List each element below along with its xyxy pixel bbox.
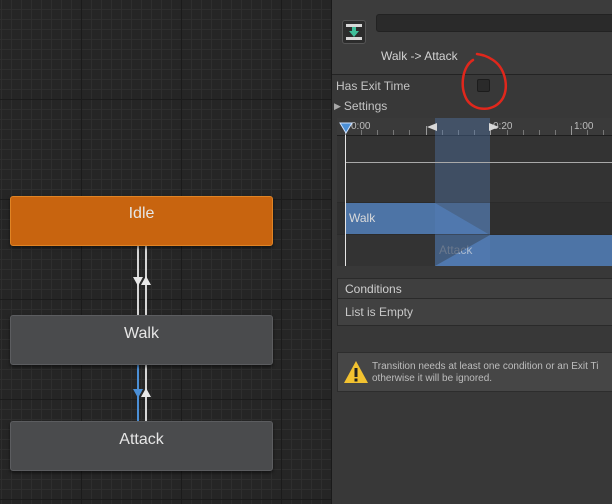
transition-end-marker-icon[interactable] (488, 122, 500, 132)
warning-line: Transition needs at least one condition … (372, 361, 599, 372)
timeline-guide-line (345, 162, 612, 163)
has-exit-time-label: Has Exit Time (336, 79, 411, 93)
timeline-start-marker-icon[interactable] (339, 122, 353, 134)
state-label: Idle (128, 205, 155, 222)
transition-range[interactable] (435, 118, 490, 266)
warning-text: Transition needs at least one condition … (372, 361, 598, 385)
transition-arrow-up-icon[interactable] (141, 276, 151, 285)
state-label: Walk (124, 325, 159, 342)
conditions-header: Conditions (337, 278, 612, 299)
clip-label: Walk (349, 211, 376, 225)
state-label: Attack (119, 431, 164, 448)
settings-label: Settings (343, 99, 388, 113)
state-node-walk[interactable]: Walk (10, 315, 273, 365)
foldout-arrow-icon: ▶ (334, 100, 341, 111)
warning-icon (344, 361, 368, 383)
conditions-list: List is Empty (337, 299, 612, 326)
transition-timeline[interactable]: 0:00 0:20 1:00 Walk (337, 118, 612, 266)
animator-graph[interactable]: Idle Walk Attack (0, 0, 331, 504)
settings-foldout[interactable]: ▶ Settings (334, 99, 387, 113)
transition-name-field[interactable] (376, 14, 612, 32)
red-circle-annotation (461, 52, 507, 110)
warning-line: otherwise it will be ignored. (372, 373, 493, 384)
tick-label: 1:00 (574, 121, 594, 132)
transition-title: Walk -> Attack (381, 49, 458, 63)
transition-arrow-up-icon[interactable] (141, 388, 151, 397)
state-node-idle[interactable]: Idle (10, 196, 273, 246)
timeline-cursor-line (345, 135, 346, 266)
warning-helpbox: Transition needs at least one condition … (337, 352, 612, 392)
inspector-panel: Walk -> Attack Has Exit Time ▶ Settings … (331, 0, 612, 504)
transition-start-marker-icon[interactable] (426, 122, 438, 132)
state-node-attack[interactable]: Attack (10, 421, 273, 471)
transition-icon (342, 20, 366, 44)
